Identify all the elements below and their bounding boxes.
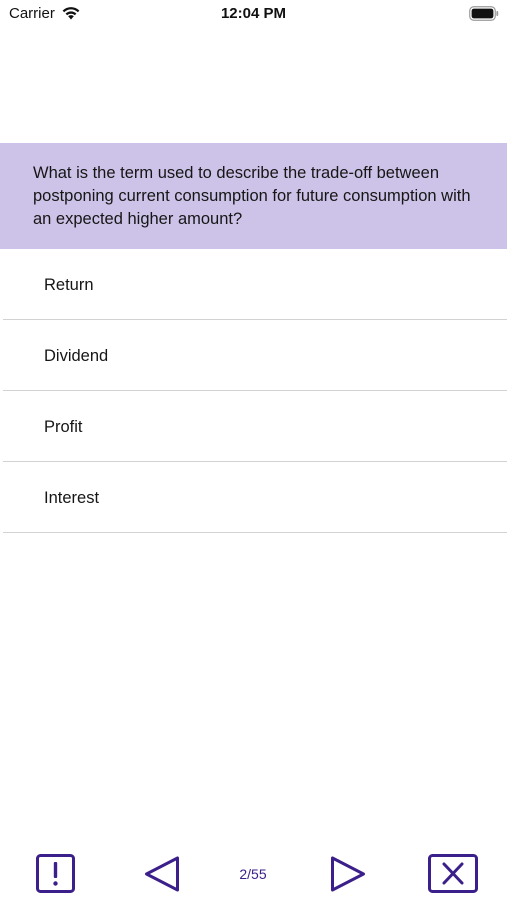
answer-label: Dividend: [44, 347, 109, 365]
previous-button[interactable]: [143, 855, 181, 893]
bottom-toolbar: 2/55: [0, 850, 507, 896]
triangle-right-icon: [331, 856, 365, 892]
question-text: What is the term used to describe the tr…: [33, 164, 471, 228]
answer-label: Return: [44, 276, 94, 294]
question-banner: What is the term used to describe the tr…: [0, 143, 507, 249]
answer-option-return[interactable]: Return: [3, 249, 507, 320]
question-counter: 2/55: [239, 866, 267, 882]
status-bar: Carrier 12:04 PM: [0, 0, 507, 28]
report-button[interactable]: [36, 854, 75, 893]
answer-label: Interest: [44, 489, 100, 507]
answer-option-profit[interactable]: Profit: [3, 391, 507, 462]
triangle-left-icon: [145, 856, 179, 892]
answer-list: Return Dividend Profit Interest: [0, 249, 507, 533]
answer-option-interest[interactable]: Interest: [3, 462, 507, 533]
answer-option-dividend[interactable]: Dividend: [3, 320, 507, 391]
clock: 12:04 PM: [220, 5, 287, 22]
close-x-icon: [428, 854, 478, 893]
exclamation-icon: [36, 854, 75, 893]
answer-label: Profit: [44, 418, 83, 436]
battery-icon: [469, 6, 499, 21]
next-button[interactable]: [329, 855, 367, 893]
close-button[interactable]: [428, 854, 478, 893]
